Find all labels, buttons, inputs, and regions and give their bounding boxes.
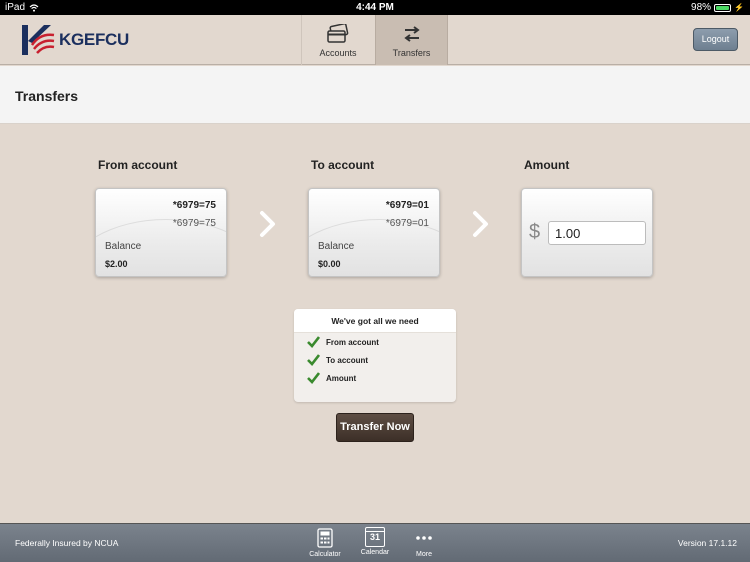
app-header: KGEFCU Accounts Transfers Logout [0, 15, 750, 65]
from-account-card[interactable]: *6979=75 *6979=75 Balance $2.00 [95, 188, 227, 277]
checklist-item: To account [307, 351, 456, 369]
dollar-sign: $ [529, 221, 541, 243]
from-balance-value: $2.00 [105, 259, 128, 269]
checklist-item-label: From account [326, 337, 379, 347]
cards-icon [327, 24, 349, 43]
from-balance-label: Balance [105, 241, 142, 252]
status-bar: iPad 4:44 PM 98% ⚡ [0, 0, 750, 15]
status-time: 4:44 PM [356, 2, 394, 13]
footer-more-label: More [416, 551, 432, 558]
logo-text: KGEFCU [59, 30, 129, 49]
app-footer: Federally Insured by NCUA Calculator 31 … [0, 523, 750, 562]
title-band: Transfers [0, 66, 750, 124]
checklist-item-label: To account [326, 355, 369, 365]
chevron-right-icon [260, 211, 275, 237]
checkmark-icon [307, 354, 320, 366]
calendar-day: 31 [369, 532, 380, 542]
page-title: Transfers [15, 88, 79, 104]
tab-accounts[interactable]: Accounts [301, 15, 374, 65]
checklist-item-label: Amount [326, 373, 357, 383]
transfer-now-button[interactable]: Transfer Now [336, 413, 414, 442]
ncua-notice: Federally Insured by NCUA [15, 538, 119, 548]
to-balance-label: Balance [318, 241, 355, 252]
status-right: 98% ⚡ [691, 2, 744, 13]
version-label: Version 17.1.12 [677, 538, 737, 548]
footer-calculator[interactable]: Calculator [305, 527, 345, 558]
battery-level [716, 5, 729, 10]
to-account-number: *6979=01 [385, 200, 429, 211]
checklist-item: Amount [307, 369, 456, 387]
footer-more[interactable]: More [404, 527, 444, 558]
charging-icon: ⚡ [734, 3, 744, 12]
battery-percent: 98% [691, 2, 712, 13]
tab-accounts-label: Accounts [319, 48, 357, 58]
to-account-subnumber: *6979=01 [385, 218, 429, 229]
to-account-card[interactable]: *6979=01 *6979=01 Balance $0.00 [308, 188, 440, 277]
to-balance-value: $0.00 [318, 259, 341, 269]
footer-calculator-label: Calculator [309, 551, 341, 558]
checkmark-icon [307, 336, 320, 348]
logo-mark-icon [22, 25, 55, 55]
more-dots-icon [416, 536, 432, 540]
tab-transfers[interactable]: Transfers [375, 15, 448, 65]
tab-transfers-label: Transfers [392, 48, 431, 58]
footer-calendar[interactable]: 31 Calendar [355, 527, 395, 556]
amount-input[interactable]: 1.00 [548, 221, 646, 245]
to-account-label: To account [311, 158, 375, 172]
amount-card: $ 1.00 [521, 188, 653, 277]
battery-icon [714, 3, 732, 12]
footer-calendar-label: Calendar [360, 549, 390, 556]
from-account-subnumber: *6979=75 [172, 218, 216, 229]
kgefcu-logo: KGEFCU [20, 23, 129, 57]
transfer-arrows-icon [403, 26, 420, 42]
from-account-label: From account [98, 158, 178, 172]
calendar-icon: 31 [365, 527, 385, 547]
calculator-icon [317, 528, 333, 548]
chevron-right-icon [473, 211, 488, 237]
checkmark-icon [307, 372, 320, 384]
checklist-popup: We've got all we need From account To ac… [294, 309, 456, 402]
amount-label: Amount [524, 158, 570, 172]
checklist-item: From account [307, 333, 456, 351]
checklist-title: We've got all we need [294, 309, 456, 333]
logout-button[interactable]: Logout [693, 28, 738, 51]
from-account-number: *6979=75 [172, 200, 216, 211]
